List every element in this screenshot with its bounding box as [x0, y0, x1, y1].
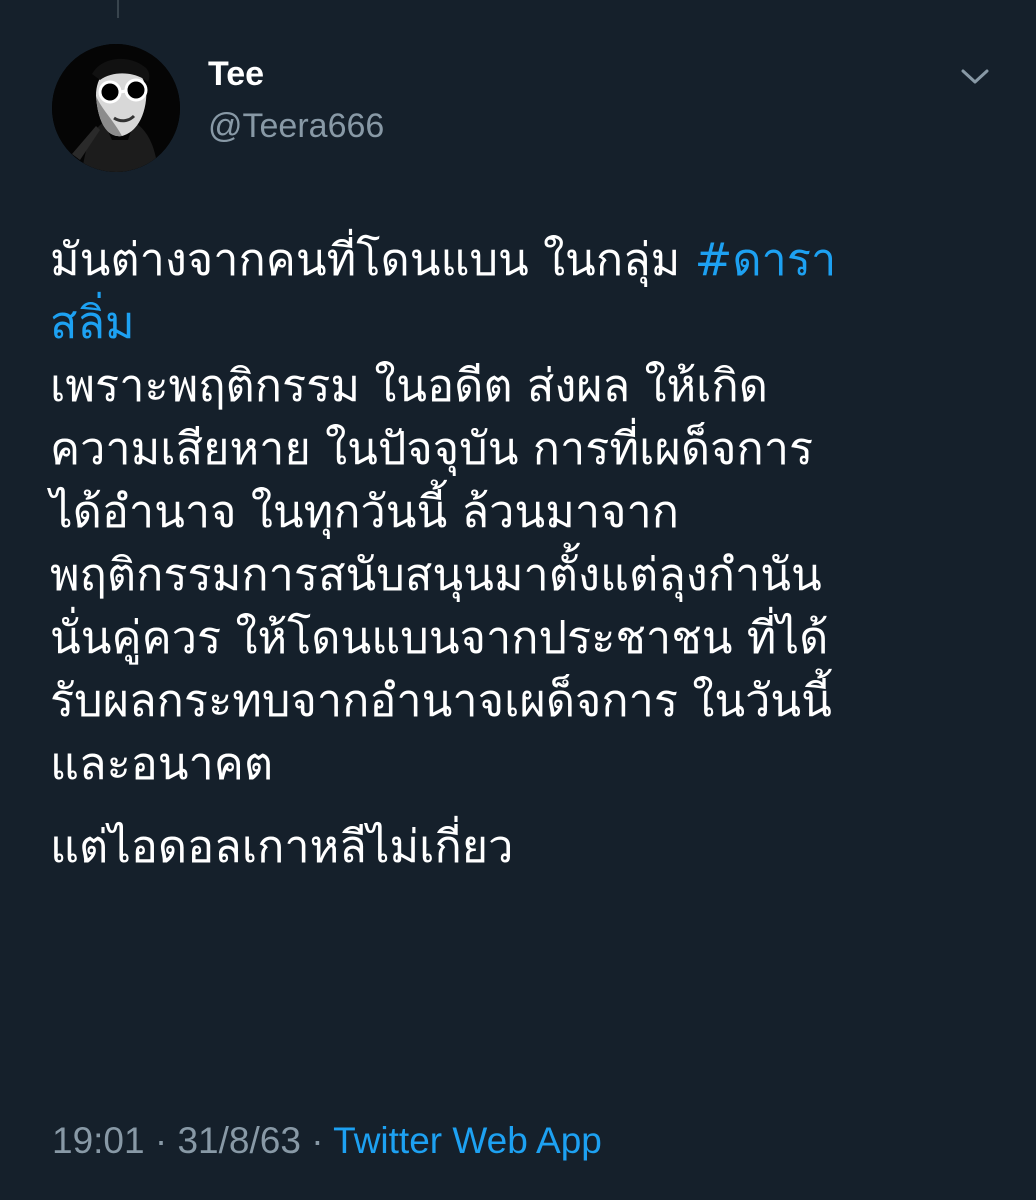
tweet-paragraph-2: แต่ไอดอลเกาหลีไม่เกี่ยว: [50, 815, 990, 878]
hashtag-link-continued[interactable]: สลิ่ม: [50, 291, 990, 354]
tweet-line: ได้อำนาจ ในทุกวันนี้ ล้วนมาจาก: [50, 485, 680, 538]
tweet-text-segment: มันต่างจากคนที่โดนแบน ในกลุ่ม: [50, 233, 695, 286]
tweet-time[interactable]: 19:01: [52, 1120, 145, 1161]
tweet-line-1: มันต่างจากคนที่โดนแบน ในกลุ่ม #ดารา: [50, 228, 990, 291]
tweet-date[interactable]: 31/8/63: [177, 1120, 300, 1161]
tweet-line: พฤติกรรมการสนับสนุนมาตั้งแต่ลุงกำนัน: [50, 548, 822, 601]
display-name[interactable]: Tee: [208, 54, 264, 94]
tweet-text: มันต่างจากคนที่โดนแบน ในกลุ่ม #ดารา สลิ่…: [50, 228, 990, 898]
tweet-line: ความเสียหาย ในปัจจุบัน การที่เผด็จการ: [50, 422, 814, 475]
meta-separator: ·: [144, 1120, 178, 1161]
tweet-line: นั่นคู่ควร ให้โดนแบนจากประชาชน ที่ได้: [50, 611, 829, 664]
hashtag-link[interactable]: #ดารา: [695, 233, 837, 286]
tweet-line: รับผลกระทบจากอำนาจเผด็จการ ในวันนี้: [50, 674, 832, 727]
meta-separator: ·: [300, 1120, 334, 1161]
chevron-down-icon[interactable]: [958, 62, 992, 90]
tweet-line: เพราะพฤติกรรม ในอดีต ส่งผล ให้เกิด: [50, 359, 769, 412]
tweet-line: แต่ไอดอลเกาหลีไม่เกี่ยว: [50, 820, 514, 873]
tweet-paragraph-1: มันต่างจากคนที่โดนแบน ในกลุ่ม #ดารา สลิ่…: [50, 228, 990, 795]
thread-connector-line: [117, 0, 119, 18]
tweet-metadata: 19:01 · 31/8/63 · Twitter Web App: [52, 1118, 602, 1164]
tweet-source-link[interactable]: Twitter Web App: [333, 1120, 602, 1161]
avatar-silhouette-icon: [52, 44, 180, 172]
tweet-line: และอนาคต: [50, 737, 274, 790]
avatar[interactable]: [52, 44, 180, 172]
user-handle[interactable]: @Teera666: [208, 106, 384, 146]
